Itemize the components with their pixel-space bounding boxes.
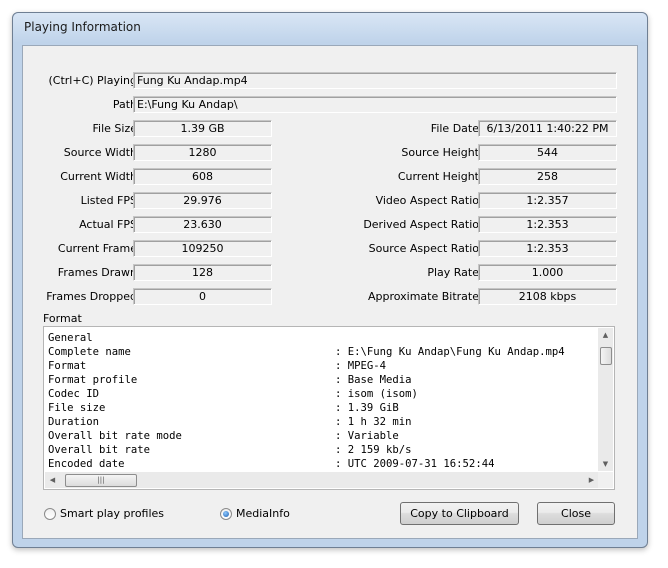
- source-aspect-ratio-label: Source Aspect Ratio: [368, 242, 479, 255]
- path-field[interactable]: E:\Fung Ku Andap\: [133, 96, 617, 113]
- smart-play-profiles-radio[interactable]: [44, 508, 56, 520]
- current-height-field[interactable]: 258: [478, 168, 617, 185]
- mediainfo-label[interactable]: MediaInfo: [236, 507, 290, 520]
- smart-play-profiles-label[interactable]: Smart play profiles: [60, 507, 164, 520]
- format-row: Format profile: Base Media: [48, 374, 412, 386]
- play-rate-label: Play Rate: [427, 266, 479, 279]
- actual-fps-field[interactable]: 23.630: [133, 216, 272, 233]
- scroll-down-icon[interactable]: ▼: [598, 457, 613, 471]
- horizontal-scroll-thumb[interactable]: |||: [65, 474, 137, 487]
- current-width-label: Current Width: [60, 170, 137, 183]
- format-row: Complete name: E:\Fung Ku Andap\Fung Ku …: [48, 346, 565, 358]
- format-text-content: General Complete name: E:\Fung Ku Andap\…: [48, 331, 596, 471]
- frames-drawn-label: Frames Drawn: [57, 266, 137, 279]
- playing-label: (Ctrl+C) Playing: [48, 74, 138, 87]
- source-height-label: Source Height: [401, 146, 479, 159]
- current-height-label: Current Height: [397, 170, 479, 183]
- scrollbar-corner: [598, 472, 613, 488]
- listed-fps-label: Listed FPS: [80, 194, 137, 207]
- format-row: Encoded date: UTC 2009-07-31 16:52:44: [48, 458, 495, 470]
- file-size-field[interactable]: 1.39 GB: [133, 120, 272, 137]
- format-row: File size: 1.39 GiB: [48, 402, 399, 414]
- horizontal-scrollbar[interactable]: ◀ ||| ▶: [45, 472, 599, 488]
- actual-fps-label: Actual FPS: [79, 218, 137, 231]
- derived-aspect-ratio-field[interactable]: 1:2.353: [478, 216, 617, 233]
- scroll-left-icon[interactable]: ◀: [45, 472, 60, 488]
- playing-field[interactable]: Fung Ku Andap.mp4: [133, 72, 617, 89]
- format-row: Overall bit rate mode: Variable: [48, 430, 399, 442]
- format-section-heading: General: [48, 332, 93, 344]
- format-label: Format: [43, 312, 82, 325]
- file-size-label: File Size: [92, 122, 137, 135]
- copy-to-clipboard-button[interactable]: Copy to Clipboard: [400, 502, 519, 525]
- approximate-bitrate-field[interactable]: 2108 kbps: [478, 288, 617, 305]
- approximate-bitrate-label: Approximate Bitrate: [367, 290, 479, 303]
- mediainfo-radio[interactable]: [220, 508, 232, 520]
- format-row: Duration: 1 h 32 min: [48, 416, 412, 428]
- frames-dropped-label: Frames Dropped: [46, 290, 137, 303]
- close-button[interactable]: Close: [537, 502, 615, 525]
- format-textbox[interactable]: General Complete name: E:\Fung Ku Andap\…: [43, 326, 615, 490]
- current-width-field[interactable]: 608: [133, 168, 272, 185]
- format-row: Codec ID: isom (isom): [48, 388, 418, 400]
- scroll-right-icon[interactable]: ▶: [584, 472, 599, 488]
- file-date-field[interactable]: 6/13/2011 1:40:22 PM: [478, 120, 617, 137]
- current-frame-field[interactable]: 109250: [133, 240, 272, 257]
- format-row: Overall bit rate: 2 159 kb/s: [48, 444, 412, 456]
- source-width-label: Source Width: [63, 146, 137, 159]
- play-rate-field[interactable]: 1.000: [478, 264, 617, 281]
- listed-fps-field[interactable]: 29.976: [133, 192, 272, 209]
- playing-information-dialog: Playing Information (Ctrl+C) Playing Fun…: [12, 12, 648, 548]
- frames-drawn-field[interactable]: 128: [133, 264, 272, 281]
- video-aspect-ratio-label: Video Aspect Ratio: [375, 194, 479, 207]
- derived-aspect-ratio-label: Derived Aspect Ratio: [363, 218, 479, 231]
- title-bar[interactable]: Playing Information: [13, 13, 647, 43]
- current-frame-label: Current Frame: [57, 242, 137, 255]
- frames-dropped-field[interactable]: 0: [133, 288, 272, 305]
- vertical-scroll-thumb[interactable]: [600, 347, 612, 365]
- file-date-label: File Date: [430, 122, 479, 135]
- source-height-field[interactable]: 544: [478, 144, 617, 161]
- video-aspect-ratio-field[interactable]: 1:2.357: [478, 192, 617, 209]
- vertical-scrollbar[interactable]: ▲ ▼: [598, 328, 613, 471]
- source-width-field[interactable]: 1280: [133, 144, 272, 161]
- format-row: Format: MPEG-4: [48, 360, 387, 372]
- source-aspect-ratio-field[interactable]: 1:2.353: [478, 240, 617, 257]
- window-title: Playing Information: [24, 20, 141, 34]
- scroll-up-icon[interactable]: ▲: [598, 328, 613, 342]
- radio-selected-dot: [223, 511, 229, 517]
